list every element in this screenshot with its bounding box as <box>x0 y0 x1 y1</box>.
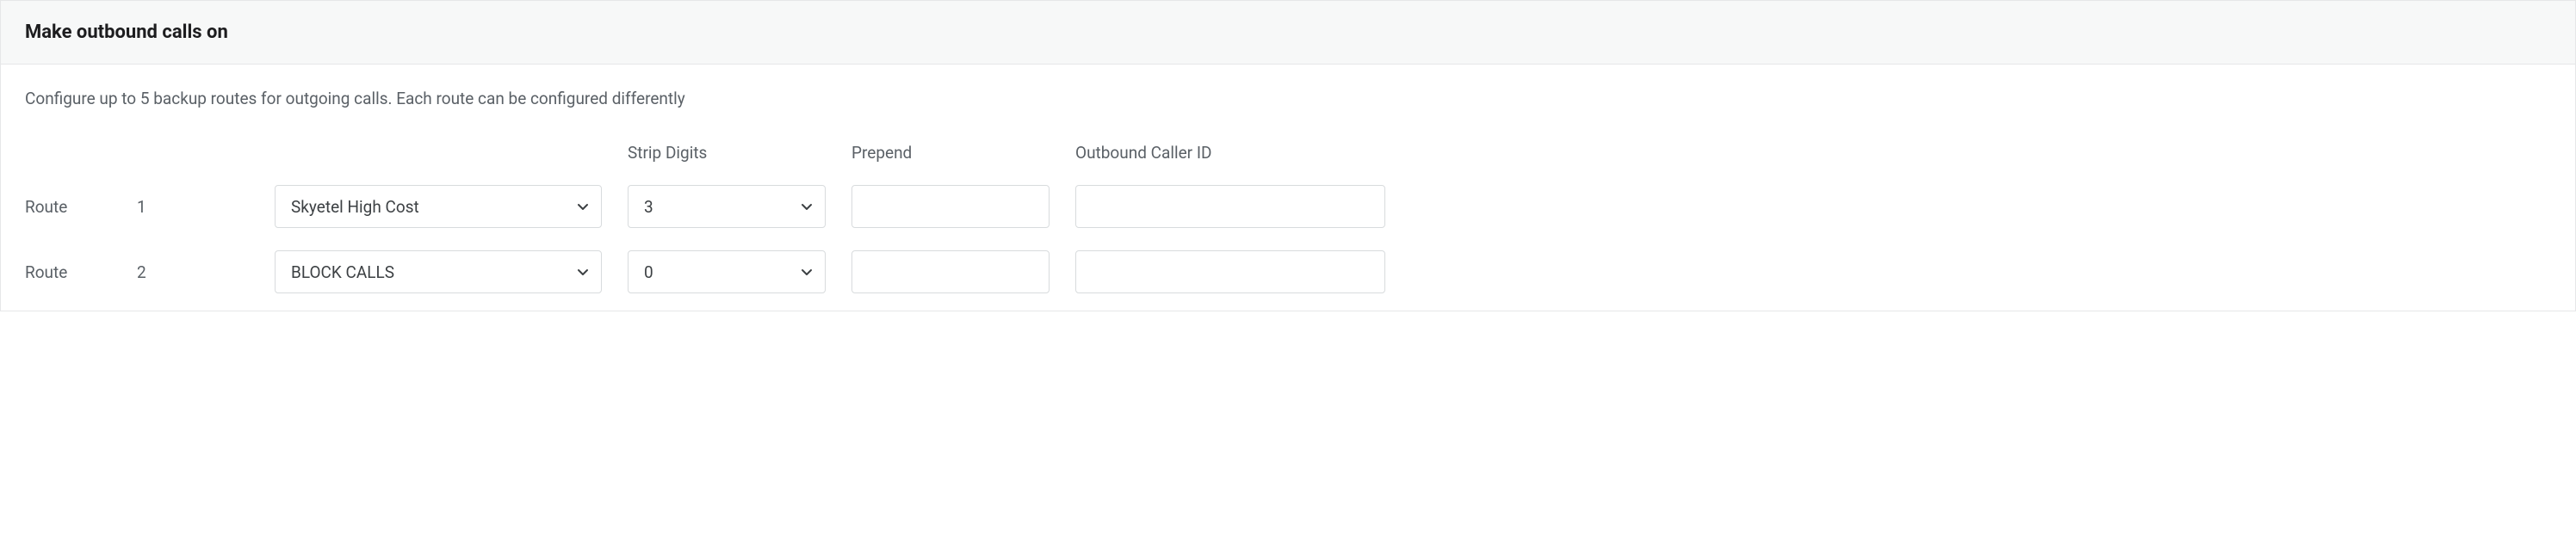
route-number: 1 <box>137 197 249 217</box>
panel-body: Configure up to 5 backup routes for outg… <box>1 65 2575 311</box>
strip-digits-select-wrap: 0 <box>628 250 826 293</box>
prepend-input[interactable] <box>851 185 1050 228</box>
caller-id-input[interactable] <box>1075 185 1385 228</box>
routes-grid: Strip Digits Prepend Outbound Caller ID … <box>25 143 2551 293</box>
prepend-input[interactable] <box>851 250 1050 293</box>
strip-digits-select[interactable]: 3 <box>628 185 826 228</box>
strip-digits-value: 0 <box>644 262 653 282</box>
panel-description: Configure up to 5 backup routes for outg… <box>25 89 2551 108</box>
panel-header: Make outbound calls on <box>1 1 2575 65</box>
prepend-input-wrap <box>851 185 1050 228</box>
route-label: Route <box>25 262 111 282</box>
strip-digits-select[interactable]: 0 <box>628 250 826 293</box>
header-spacer <box>137 152 249 153</box>
route-endpoint-select-wrap: Skyetel High Cost <box>275 185 602 228</box>
route-label: Route <box>25 197 111 217</box>
panel-title: Make outbound calls on <box>25 22 2551 43</box>
outbound-routes-panel: Make outbound calls on Configure up to 5… <box>0 0 2576 311</box>
strip-digits-select-wrap: 3 <box>628 185 826 228</box>
route-number: 2 <box>137 262 249 282</box>
column-header-caller-id: Outbound Caller ID <box>1075 143 1385 163</box>
caller-id-input-wrap <box>1075 185 1385 228</box>
header-spacer <box>275 152 602 153</box>
route-endpoint-select[interactable]: BLOCK CALLS <box>275 250 602 293</box>
header-spacer <box>25 152 111 153</box>
prepend-input-wrap <box>851 250 1050 293</box>
strip-digits-value: 3 <box>644 197 653 217</box>
route-endpoint-value: Skyetel High Cost <box>291 197 419 217</box>
route-endpoint-select[interactable]: Skyetel High Cost <box>275 185 602 228</box>
column-header-strip-digits: Strip Digits <box>628 143 826 163</box>
route-endpoint-value: BLOCK CALLS <box>291 262 394 282</box>
column-header-prepend: Prepend <box>851 143 1050 163</box>
route-endpoint-select-wrap: BLOCK CALLS <box>275 250 602 293</box>
caller-id-input[interactable] <box>1075 250 1385 293</box>
caller-id-input-wrap <box>1075 250 1385 293</box>
